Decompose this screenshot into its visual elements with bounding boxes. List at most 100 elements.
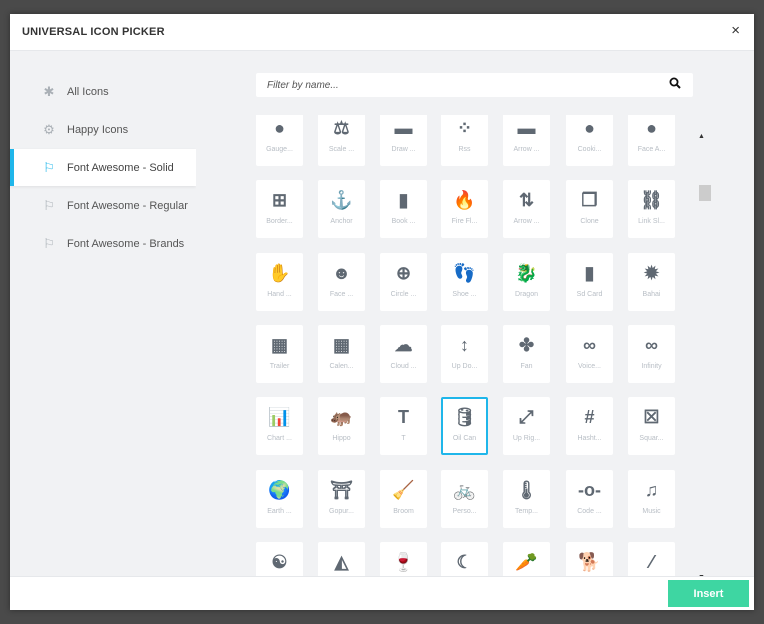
icon-tile[interactable]: ∞ Voice... xyxy=(566,324,613,383)
icon-tile[interactable]: ☁ Cloud ... xyxy=(380,324,427,383)
sidebar-item-label: Font Awesome - Solid xyxy=(67,161,174,174)
icon-tile[interactable]: ▮ Sd Card xyxy=(566,252,613,311)
icon-label: Calen... xyxy=(329,362,354,370)
icon-tile[interactable]: 🌍 Earth ... xyxy=(256,469,303,528)
sidebar-item-font-awesome-solid[interactable]: ⚐ Font Awesome - Solid xyxy=(10,149,196,186)
icon-tile[interactable]: ⚖ Scale ... xyxy=(318,115,365,166)
icon-label: Fan xyxy=(520,362,533,370)
sidebar-item-font-awesome-regular[interactable]: ⚐ Font Awesome - Regular xyxy=(10,187,196,224)
icon-label: Infinity xyxy=(641,362,662,370)
icon-glyph: ● xyxy=(584,118,595,138)
icon-tile[interactable]: ▮ Book ... xyxy=(380,180,427,239)
icon-label: Broom xyxy=(393,507,414,515)
sidebar: ✱ All Icons ⚙ Happy Icons ⚐ Font Awesome - So… xyxy=(10,51,196,576)
icon-label: Gopur... xyxy=(329,507,354,515)
icon-tile[interactable]: ● Gauge... xyxy=(256,115,303,166)
icon-tile[interactable]: ⁘ Rss xyxy=(441,115,488,166)
icon-label: Squar... xyxy=(639,435,664,443)
scrollbar-thumb[interactable] xyxy=(699,185,711,201)
icon-tile[interactable]: ▦ Calen... xyxy=(318,324,365,383)
icon-label: Fire Fl... xyxy=(451,218,478,226)
icon-tile[interactable]: 🛢 Oil Can xyxy=(441,397,488,456)
icon-tile[interactable]: 🚲 Perso... xyxy=(441,469,488,528)
icon-tile[interactable]: ☒ Squar... xyxy=(628,397,675,456)
icon-glyph: ⚖ xyxy=(333,118,350,138)
icon-glyph: ⁄ xyxy=(649,551,653,572)
icon-label: Clone xyxy=(580,218,599,226)
icon-tile[interactable]: ◭Cheese xyxy=(318,541,365,576)
icon-tile[interactable]: ● Cooki... xyxy=(566,115,613,166)
scroll-up-icon[interactable]: ▲ xyxy=(698,133,705,140)
icon-tile[interactable]: 🥕Carrot xyxy=(503,541,550,576)
icon-label: Chart ... xyxy=(267,435,292,443)
icon-tile[interactable]: 🔥 Fire Fl... xyxy=(441,180,488,239)
icon-tile[interactable]: ⛓ Link Sl... xyxy=(628,180,675,239)
icon-tile[interactable]: # Hasht... xyxy=(566,397,613,456)
icon-tile[interactable]: TT xyxy=(380,397,427,456)
icon-label: Face ... xyxy=(329,290,354,298)
icon-tile[interactable]: ⤢ Up Rig... xyxy=(503,397,550,456)
icon-tile[interactable]: 📊 Chart ... xyxy=(256,397,303,456)
icon-label: Draw ... xyxy=(391,146,416,153)
icon-glyph: ∞ xyxy=(645,334,658,355)
icon-glyph: ❐ xyxy=(581,190,598,211)
icon-glyph: ▬ xyxy=(517,118,536,138)
icon-tile[interactable]: ⊞ Border... xyxy=(256,180,303,239)
icon-tile[interactable]: ⇅ Arrow ... xyxy=(503,180,550,239)
modal-header: UNIVERSAL ICON PICKER × xyxy=(10,14,754,51)
icon-tile[interactable]: 🧹 Broom xyxy=(380,469,427,528)
sidebar-item-label: Font Awesome - Regular xyxy=(67,199,188,212)
icon-tile[interactable]: 🦛 Hippo xyxy=(318,397,365,456)
icon-tile[interactable]: ✋ Hand ... xyxy=(256,252,303,311)
icon-glyph: 🥕 xyxy=(515,551,538,572)
icon-glyph: ● xyxy=(274,118,285,138)
sidebar-item-font-awesome-brands[interactable]: ⚐ Font Awesome - Brands xyxy=(10,225,196,262)
icon-tile[interactable]: -o- Code ... xyxy=(566,469,613,528)
icon-tile[interactable]: ☯Yin Ya... xyxy=(256,541,303,576)
icon-label: Border... xyxy=(266,218,293,226)
icon-tile[interactable]: ∞ Infinity xyxy=(628,324,675,383)
scrollbar[interactable]: ▲ ▼ xyxy=(696,133,711,583)
icon-label: Shoe ... xyxy=(452,290,477,298)
search-icon[interactable] xyxy=(669,77,681,89)
icon-tile[interactable]: ☾Moon xyxy=(441,541,488,576)
icon-tile[interactable]: ↕ Up Do... xyxy=(441,324,488,383)
icon-glyph: 🧹 xyxy=(392,479,415,500)
icon-tile[interactable]: ☻ Face ... xyxy=(318,252,365,311)
icon-glyph: 📊 xyxy=(268,407,291,428)
icon-tile[interactable]: ✹ Bahai xyxy=(628,252,675,311)
icon-tile[interactable]: ❐ Clone xyxy=(566,180,613,239)
icon-label: Up Do... xyxy=(451,362,478,370)
icon-tile[interactable]: ▬ Draw ... xyxy=(380,115,427,166)
icon-tile[interactable]: 🐕Dog xyxy=(566,541,613,576)
icon-tile[interactable]: ⁄Wand ... xyxy=(628,541,675,576)
icon-tile[interactable]: 🍷Wine ... xyxy=(380,541,427,576)
icon-tile[interactable]: ⊕ Circle ... xyxy=(380,252,427,311)
icon-label: Hasht... xyxy=(577,435,602,443)
icon-tile[interactable]: ● Face A... xyxy=(628,115,675,166)
icon-label: Trailer xyxy=(269,362,290,370)
insert-button[interactable]: Insert xyxy=(668,580,749,607)
icon-tile[interactable]: 👣 Shoe ... xyxy=(441,252,488,311)
icon-label: Code ... xyxy=(577,507,602,515)
badge-icon: ⚙ xyxy=(43,121,55,137)
icon-tile[interactable]: ♫ Music xyxy=(628,469,675,528)
icon-glyph: ⊞ xyxy=(271,190,288,211)
icon-tile[interactable]: ⛩ Gopur... xyxy=(318,469,365,528)
icon-tile[interactable]: ▬ Arrow ... xyxy=(503,115,550,166)
icon-tile[interactable]: 🌡 Temp... xyxy=(503,469,550,528)
sidebar-item-all-icons[interactable]: ✱ All Icons xyxy=(10,73,196,110)
icon-tile[interactable]: ✤ Fan xyxy=(503,324,550,383)
flag-icon: ⚐ xyxy=(43,197,55,213)
icon-label: Dragon xyxy=(515,290,538,298)
icon-glyph: ☻ xyxy=(332,262,351,283)
icon-label: Scale ... xyxy=(328,146,355,153)
icon-tile[interactable]: ⚓ Anchor xyxy=(318,180,365,239)
search-input[interactable] xyxy=(256,73,656,97)
sidebar-item-happy-icons[interactable]: ⚙ Happy Icons xyxy=(10,111,196,148)
icon-label: Gauge... xyxy=(266,146,293,153)
close-icon[interactable]: × xyxy=(731,22,740,39)
icon-glyph: ● xyxy=(646,118,657,138)
icon-tile[interactable]: ▦ Trailer xyxy=(256,324,303,383)
icon-tile[interactable]: 🐉 Dragon xyxy=(503,252,550,311)
